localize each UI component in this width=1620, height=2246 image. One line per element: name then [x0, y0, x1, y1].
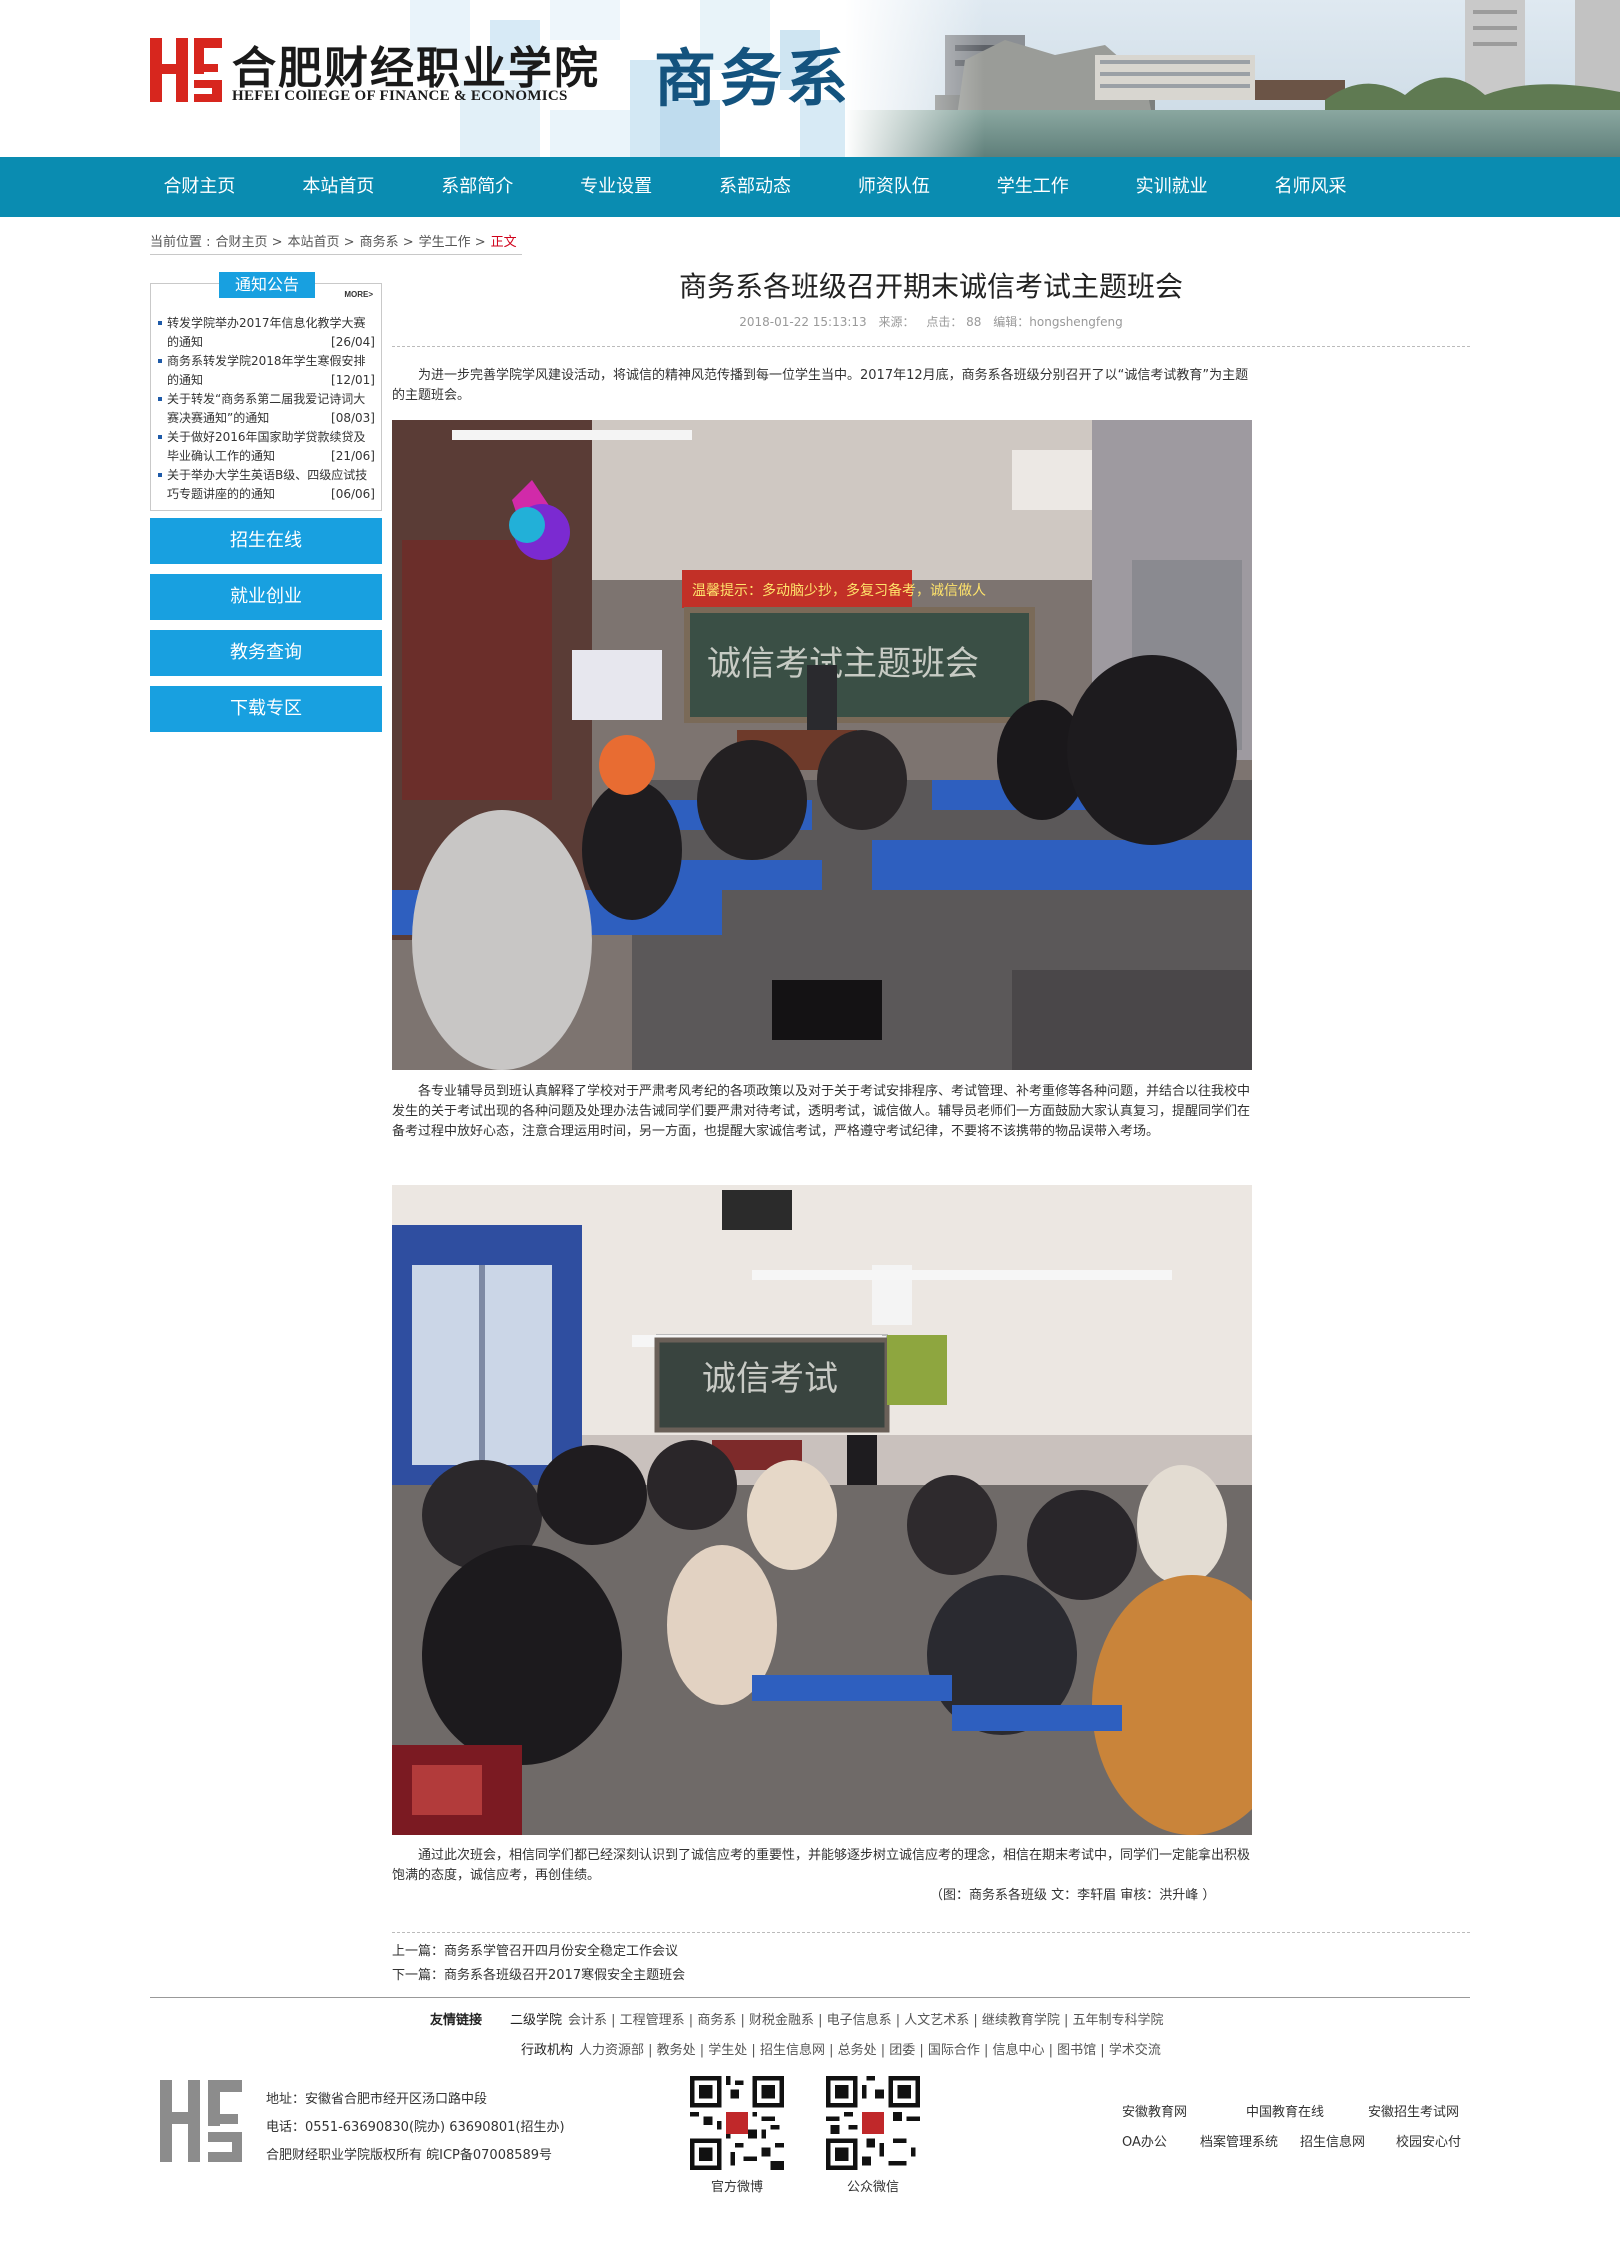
wechat-qr-caption: 公众微信 — [846, 2180, 899, 2195]
ext-link-anhui-exam[interactable]: 安徽招生考试网 — [1368, 2101, 1459, 2120]
notice-item[interactable]: 商务系转发学院2018年学生寒假安排的通知 [12/01] — [157, 352, 375, 390]
next-label: 下一篇： — [392, 1968, 445, 1983]
notice-item-date: [21/06] — [331, 449, 375, 463]
friend-links-row-1: 友情链接 二级学院 会计系 | 工程管理系 | 商务系 | 财税金融系 | 电子信息… — [430, 2009, 1164, 2028]
notice-panel-title: 通知公告 — [219, 272, 315, 298]
main-nav: 合财主页 本站首页 系部简介 专业设置 系部动态 师资队伍 学生工作 实训就业 … — [0, 157, 1620, 217]
notice-panel: 通知公告 MORE> 转发学院举办2017年信息化教学大赛的通知 [26/04]… — [150, 272, 382, 511]
weibo-qr-caption: 官方微博 — [710, 2180, 763, 2195]
ext-link-anhui-edu[interactable]: 安徽教育网 — [1122, 2101, 1187, 2120]
breadcrumb-link[interactable]: 本站首页 > — [288, 235, 355, 250]
breadcrumb-current: 正文 — [490, 235, 517, 250]
nav-item-majors[interactable]: 专业设置 — [547, 157, 686, 217]
notice-item[interactable]: 关于做好2016年国家助学贷款续贷及毕业确认工作的通知 [21/06] — [157, 428, 375, 466]
site-header: 合肥财经职业学院 HEFEI COlIEGE OF FINANCE & ECON… — [0, 0, 1620, 157]
academic-query-button[interactable]: 教务查询 — [150, 630, 382, 676]
divider — [392, 346, 1470, 347]
ext-link-eol[interactable]: 中国教育在线 — [1246, 2101, 1324, 2120]
article-meta: 2018-01-22 15:13:13 来源： 点击： 88 编辑：hongsh… — [392, 313, 1470, 330]
nav-item-student-work[interactable]: 学生工作 — [963, 157, 1102, 217]
ext-link-campus-pay[interactable]: 校园安心付 — [1396, 2131, 1461, 2150]
next-article: 下一篇：商务系各班级召开2017寒假安全主题班会 — [392, 1964, 685, 1983]
footer-address: 地址：安徽省合肥市经开区汤口路中段 — [266, 2092, 488, 2107]
article-source: 来源： — [878, 315, 915, 329]
nav-item-dept-intro[interactable]: 系部简介 — [408, 157, 547, 217]
links-category: 行政机构 — [521, 2043, 574, 2058]
footer-divider — [150, 1997, 1470, 1998]
weibo-qr-icon[interactable] — [690, 2076, 784, 2170]
classroom-photo-1: 温馨提示：多动脑少抄，多复习备考，诚信做人 诚信考试主题班会 — [392, 420, 1252, 1070]
article-paragraph: 为进一步完善学院学风建设活动，将诚信的精神风范传播到每一位学生当中。2017年1… — [392, 368, 1249, 403]
blackboard-text-2: 诚信考试 — [702, 1359, 838, 1399]
ext-link-oa[interactable]: OA办公 — [1122, 2131, 1167, 2150]
article-paragraph: 通过此次班会，相信同学们都已经深刻认识到了诚信应考的重要性，并能够逐步树立诚信应… — [392, 1848, 1251, 1883]
more-link[interactable]: MORE> — [344, 290, 373, 299]
notice-item[interactable]: 关于转发“商务系第二届我爱记诗词大赛决赛通知”的通知 [08/03] — [157, 390, 375, 428]
campus-photo — [845, 0, 1620, 157]
college-name-cn: 合肥财经职业学院 — [232, 43, 600, 94]
footer-copyright: 合肥财经职业学院版权所有 皖ICP备07008589号 — [266, 2148, 553, 2163]
next-article-link[interactable]: 商务系各班级召开2017寒假安全主题班会 — [444, 1968, 685, 1983]
friend-links-label: 友情链接 — [430, 2013, 483, 2028]
notice-item[interactable]: 转发学院举办2017年信息化教学大赛的通知 [26/04] — [157, 314, 375, 352]
breadcrumb-link[interactable]: 商务系 > — [360, 235, 414, 250]
breadcrumb-label: 当前位置 : — [150, 235, 211, 250]
breadcrumb-link[interactable]: 学生工作 > — [419, 235, 486, 250]
footer-logo-icon — [160, 2080, 242, 2162]
nav-item-training-jobs[interactable]: 实训就业 — [1102, 157, 1241, 217]
article-title: 商务系各班级召开期末诚信考试主题班会 — [678, 270, 1183, 303]
prev-article: 上一篇：商务系学管召开四月份安全稳定工作会议 — [392, 1940, 678, 1959]
nav-item-dept-news[interactable]: 系部动态 — [686, 157, 825, 217]
breadcrumb-link[interactable]: 合财主页 > — [216, 235, 283, 250]
classroom-photo-2: 诚信考试 — [392, 1185, 1252, 1835]
divider — [392, 1932, 1470, 1933]
links-category: 二级学院 — [510, 2013, 563, 2028]
nav-item-site-home[interactable]: 本站首页 — [269, 157, 408, 217]
ext-link-admissions[interactable]: 招生信息网 — [1300, 2131, 1365, 2150]
wechat-qr-icon[interactable] — [826, 2076, 920, 2170]
friend-links-row-2: 行政机构 人力资源部 | 教务处 | 学生处 | 招生信息网 | 总务处 | 团委… — [521, 2039, 1161, 2058]
department-title: 商务系 — [654, 42, 853, 115]
admissions-online-button[interactable]: 招生在线 — [150, 518, 382, 564]
photo-credit: （图：商务系各班级 文：李轩眉 审核：洪升峰 ） — [930, 1888, 1216, 1903]
ext-link-archive[interactable]: 档案管理系统 — [1200, 2131, 1278, 2150]
nav-item-faculty[interactable]: 师资队伍 — [824, 157, 963, 217]
employment-button[interactable]: 就业创业 — [150, 574, 382, 620]
notice-item-date: [12/01] — [331, 373, 375, 387]
breadcrumb: 当前位置 : 合财主页 > 本站首页 > 商务系 > 学生工作 > 正文 — [150, 231, 522, 255]
prev-label: 上一篇： — [392, 1944, 445, 1959]
nav-item-hecai-home[interactable]: 合财主页 — [130, 157, 269, 217]
admin-links[interactable]: 人力资源部 | 教务处 | 学生处 | 招生信息网 | 总务处 | 团委 | 国… — [579, 2043, 1161, 2058]
nav-item-famous-teachers[interactable]: 名师风采 — [1241, 157, 1380, 217]
college-logo-icon[interactable] — [150, 34, 222, 106]
footer-phone: 电话：0551-63690830(院办) 63690801(招生办) — [266, 2120, 565, 2135]
classroom-banner: 温馨提示：多动脑少抄，多复习备考，诚信做人 — [692, 582, 986, 599]
college-links[interactable]: 会计系 | 工程管理系 | 商务系 | 财税金融系 | 电子信息系 | 人文艺术… — [568, 2013, 1164, 2028]
download-zone-button[interactable]: 下载专区 — [150, 686, 382, 732]
notice-item-date: [08/03] — [331, 411, 375, 425]
prev-article-link[interactable]: 商务系学管召开四月份安全稳定工作会议 — [444, 1944, 678, 1959]
college-name-en: HEFEI COlIEGE OF FINANCE & ECONOMICS — [232, 88, 568, 104]
notice-item[interactable]: 关于举办大学生英语B级、四级应试技巧专题讲座的的通知 [06/06] — [157, 466, 375, 504]
article-hits: 点击： 88 — [926, 315, 982, 329]
article-editor: 编辑：hongshengfeng — [993, 315, 1123, 329]
notice-item-date: [26/04] — [331, 335, 375, 349]
notice-item-date: [06/06] — [331, 487, 375, 501]
article-paragraph: 各专业辅导员到班认真解释了学校对于严肃考风考纪的各项政策以及对于关于考试安排程序… — [392, 1084, 1251, 1139]
article-date: 2018-01-22 15:13:13 — [739, 315, 867, 329]
blackboard-text-1: 诚信考试主题班会 — [707, 644, 979, 684]
notice-list: 转发学院举办2017年信息化教学大赛的通知 [26/04] 商务系转发学院201… — [157, 314, 375, 504]
